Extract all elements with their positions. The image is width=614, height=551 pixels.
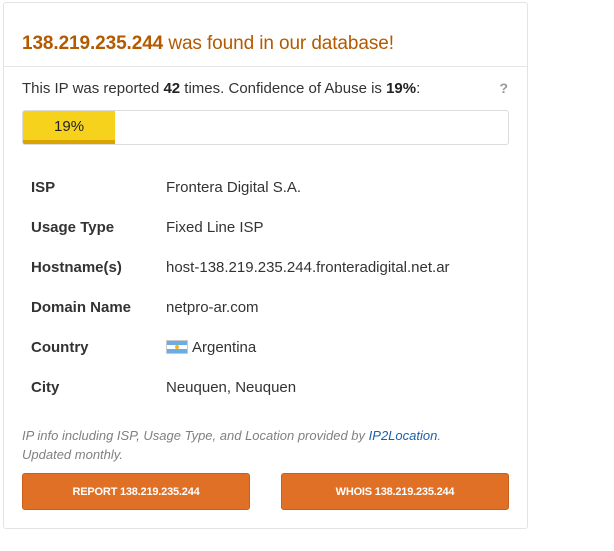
country-value: Argentina (192, 338, 257, 356)
report-ip-button[interactable]: REPORT 138.219.235.244 (22, 473, 250, 510)
ip-report-card: 138.219.235.244 was found in our databas… (3, 2, 528, 529)
hostname-value: host-138.219.235.244.fronteradigital.net… (166, 258, 450, 276)
report-middle: times. Confidence of Abuse is (180, 80, 387, 97)
usage-type-value: Fixed Line ISP (166, 218, 264, 236)
domain-name-value: netpro-ar.com (166, 298, 259, 316)
report-summary: This IP was reported 42 times. Confidenc… (22, 80, 420, 97)
whois-button[interactable]: WHOIS 138.219.235.244 (281, 473, 509, 510)
city-value: Neuquen, Neuquen (166, 378, 297, 396)
ip-details-table: ISP Frontera Digital S.A. Usage Type Fix… (22, 167, 509, 407)
report-suffix: : (416, 80, 421, 97)
table-row: Usage Type Fixed Line ISP (22, 207, 509, 247)
usage-type-label: Usage Type (31, 218, 115, 236)
hostname-label: Hostname(s) (31, 258, 122, 276)
isp-label: ISP (31, 178, 56, 196)
progress-label: 19% (54, 118, 85, 135)
abuse-confidence: 19% (386, 80, 417, 97)
found-text: was found in our database! (163, 33, 394, 54)
country-label: Country (31, 338, 89, 356)
table-row: Domain Name netpro-ar.com (22, 287, 509, 327)
card-header: 138.219.235.244 was found in our databas… (4, 3, 527, 67)
page-title: 138.219.235.244 was found in our databas… (22, 33, 394, 55)
confidence-progress-bar: 19% (23, 111, 116, 144)
argentina-flag-icon (166, 339, 188, 354)
table-row: ISP Frontera Digital S.A. (22, 167, 509, 207)
note-text: IP info including ISP, Usage Type, and L… (22, 428, 369, 443)
confidence-progress: 19% (22, 110, 509, 145)
ip-info-note: IP info including ISP, Usage Type, and L… (22, 426, 512, 464)
report-prefix: This IP was reported (22, 80, 164, 97)
note-updated: Updated monthly. (22, 447, 123, 462)
table-row: Hostname(s) host-138.219.235.244.fronter… (22, 247, 509, 287)
ip2location-link[interactable]: IP2Location (369, 428, 438, 443)
report-count: 42 (163, 80, 181, 97)
domain-name-label: Domain Name (31, 298, 132, 316)
country-value-cell: Argentina (166, 327, 509, 367)
note-period: . (437, 428, 441, 443)
isp-value: Frontera Digital S.A. (166, 178, 302, 196)
table-row: City Neuquen, Neuquen (22, 367, 509, 407)
table-row: Country Argentina (22, 327, 509, 367)
help-icon[interactable]: ? (499, 80, 508, 96)
city-label: City (31, 378, 60, 396)
ip-address: 138.219.235.244 (22, 33, 164, 54)
